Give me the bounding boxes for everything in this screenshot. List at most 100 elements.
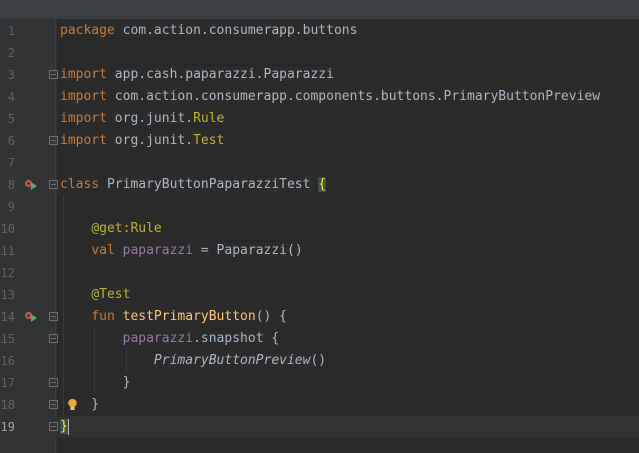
code-token: com.action.consumerapp.buttons <box>122 23 358 38</box>
line-number[interactable]: 7 <box>0 152 15 174</box>
code-token: } <box>60 397 100 412</box>
code-line[interactable]: 19} <box>0 416 639 438</box>
code-token: package <box>60 23 123 38</box>
line-number[interactable]: 15 <box>0 328 15 350</box>
code-token: .snapshot { <box>193 331 280 346</box>
code-text[interactable]: } <box>60 394 99 416</box>
code-token: paparazzi <box>122 243 194 258</box>
editor-tab-bar <box>0 0 639 19</box>
code-line[interactable]: 6 import org.junit.Test <box>0 130 639 152</box>
code-line[interactable]: 9 <box>0 196 639 218</box>
code-line[interactable]: 4 import com.action.consumerapp.component… <box>0 86 639 108</box>
code-token: class <box>60 177 107 192</box>
code-line[interactable]: 1 package com.action.consumerapp.buttons <box>0 20 639 42</box>
line-number[interactable]: 18 <box>0 394 15 416</box>
code-line[interactable]: 3 import app.cash.paparazzi.Paparazzi <box>0 64 639 86</box>
code-text[interactable]: paparazzi.snapshot { <box>60 328 280 350</box>
code-editor[interactable]: 1 package com.action.consumerapp.buttons 2… <box>0 0 639 453</box>
fold-marker-icon[interactable] <box>49 180 58 189</box>
line-number[interactable]: 9 <box>0 196 15 218</box>
code-line[interactable]: 16 PrimaryButtonPreview() <box>0 350 639 372</box>
code-token: @Test <box>91 287 131 302</box>
fold-marker-icon[interactable] <box>49 136 58 145</box>
code-line[interactable]: 7 <box>0 152 639 174</box>
code-line[interactable]: 10 @get:Rule <box>0 218 639 240</box>
code-text[interactable]: fun testPrimaryButton() { <box>60 306 287 328</box>
code-text[interactable]: class PrimaryButtonPaparazziTest { <box>60 174 327 196</box>
line-number[interactable]: 12 <box>0 262 15 284</box>
code-token: } <box>60 375 131 390</box>
line-number[interactable]: 2 <box>0 42 15 64</box>
text-caret <box>68 419 69 435</box>
code-token: com.action.consumerapp.components.button… <box>114 89 601 104</box>
code-text[interactable]: } <box>60 416 68 438</box>
code-token: import <box>60 133 115 148</box>
code-token: paparazzi <box>122 331 194 346</box>
fold-marker-icon[interactable] <box>49 378 58 387</box>
line-number[interactable]: 13 <box>0 284 15 306</box>
run-test-icon[interactable] <box>24 179 38 190</box>
code-token: val <box>91 243 123 258</box>
code-token: PrimaryButtonPaparazziTest <box>106 177 319 192</box>
code-token: org.junit. <box>114 111 194 126</box>
code-token: org.junit. <box>114 133 194 148</box>
line-number[interactable]: 8 <box>0 174 15 196</box>
code-token: fun <box>91 309 123 324</box>
code-token: } <box>60 419 68 434</box>
code-token: @get:Rule <box>91 221 162 236</box>
code-text[interactable]: PrimaryButtonPreview() <box>60 350 326 372</box>
line-number[interactable]: 3 <box>0 64 15 86</box>
code-text[interactable]: val paparazzi = Paparazzi() <box>60 240 303 262</box>
code-text[interactable]: } <box>60 372 131 394</box>
fold-marker-icon[interactable] <box>49 400 58 409</box>
code-line[interactable]: 13 @Test <box>0 284 639 306</box>
code-line[interactable]: 11 val paparazzi = Paparazzi() <box>0 240 639 262</box>
code-token: () <box>310 353 327 368</box>
fold-marker-icon[interactable] <box>49 334 58 343</box>
line-number[interactable]: 16 <box>0 350 15 372</box>
code-token: Test <box>193 133 225 148</box>
code-text[interactable]: import org.junit.Test <box>60 130 224 152</box>
code-line[interactable]: 17 } <box>0 372 639 394</box>
line-number[interactable]: 11 <box>0 240 15 262</box>
code-text[interactable]: import org.junit.Rule <box>60 108 224 130</box>
code-text[interactable]: package com.action.consumerapp.buttons <box>60 20 357 42</box>
code-token: testPrimaryButton <box>122 309 256 324</box>
code-token: Rule <box>193 111 225 126</box>
line-number[interactable]: 1 <box>0 20 15 42</box>
code-line[interactable]: 2 <box>0 42 639 64</box>
code-token: = Paparazzi() <box>193 243 303 258</box>
code-text[interactable]: @Test <box>60 284 130 306</box>
code-token: import <box>60 89 115 104</box>
fold-marker-icon[interactable] <box>49 422 58 431</box>
line-number[interactable]: 6 <box>0 130 15 152</box>
line-number[interactable]: 4 <box>0 86 15 108</box>
fold-marker-icon[interactable] <box>49 312 58 321</box>
code-token: import <box>60 67 115 82</box>
code-text[interactable]: import com.action.consumerapp.components… <box>60 86 600 108</box>
code-text[interactable]: @get:Rule <box>60 218 162 240</box>
line-number[interactable]: 19 <box>0 416 15 438</box>
line-number[interactable]: 17 <box>0 372 15 394</box>
code-line[interactable]: 14 fun testPrimaryButton() { <box>0 306 639 328</box>
code-line[interactable]: 12 <box>0 262 639 284</box>
code-token: app.cash.paparazzi.Paparazzi <box>114 67 334 82</box>
code-line[interactable]: 8 class PrimaryButtonPaparazziTest { <box>0 174 639 196</box>
code-token: { <box>318 177 327 192</box>
code-line[interactable]: 15 paparazzi.snapshot { <box>0 328 639 350</box>
line-number[interactable]: 5 <box>0 108 15 130</box>
code-line[interactable]: 5 import org.junit.Rule <box>0 108 639 130</box>
code-token: () { <box>255 309 287 324</box>
fold-marker-icon[interactable] <box>49 70 58 79</box>
run-test-icon[interactable] <box>24 311 38 322</box>
line-number[interactable]: 14 <box>0 306 15 328</box>
code-line[interactable]: 18 } <box>0 394 639 416</box>
line-number[interactable]: 10 <box>0 218 15 240</box>
code-token: import <box>60 111 115 126</box>
code-text[interactable]: import app.cash.paparazzi.Paparazzi <box>60 64 334 86</box>
